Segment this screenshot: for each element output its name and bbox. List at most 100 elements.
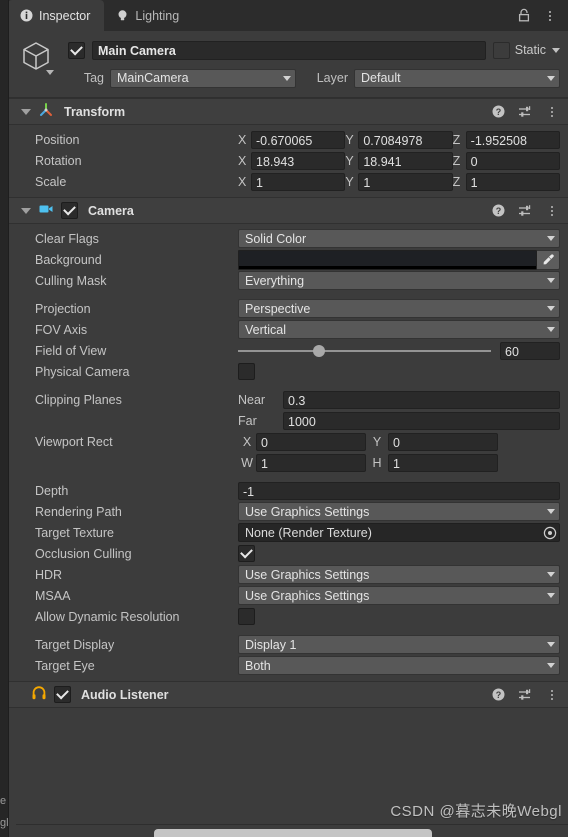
axis-label-h: H [372,455,382,470]
component-tools-audio-listener: ? [490,682,560,707]
allow-dynamic-resolution-checkbox[interactable] [238,608,255,625]
field-of-view-slider[interactable] [238,344,500,357]
gameobject-active-checkbox[interactable] [68,41,85,59]
viewport-w-input[interactable]: 1 [256,453,366,472]
property-label-rendering-path: Rendering Path [35,504,122,519]
viewport-x-input[interactable]: 0 [256,432,366,451]
clear-flags-dropdown[interactable]: Solid Color [238,229,560,248]
property-label-msaa: MSAA [35,588,71,603]
target-display-dropdown[interactable]: Display 1 [238,635,560,654]
help-icon[interactable]: ? [490,687,506,703]
clipping-far-label: Far [238,413,257,428]
property-control-rotation: X 18.943 Y 18.941 Z0 [238,151,560,170]
property-row-physical-camera: Physical Camera [8,361,568,382]
static-label: Static [514,43,546,57]
slider-knob[interactable] [312,344,325,357]
chevron-down-icon [547,642,555,647]
clipping-far-input[interactable]: 1000 [283,411,560,430]
rendering-path-dropdown[interactable]: Use Graphics Settings [238,502,560,521]
tab-bar-actions [516,0,568,31]
viewport-h-input[interactable]: 1 [388,453,498,472]
depth-input[interactable]: -1 [238,481,560,500]
eyedropper-icon[interactable] [537,249,560,270]
lightbulb-icon [115,9,129,23]
target-texture-object-field[interactable]: None (Render Texture) [238,523,560,542]
kebab-menu-icon[interactable] [544,104,560,120]
position-x-input[interactable]: -0.670065 [251,130,346,149]
property-control-position: X -0.670065 Y 0.7084978 Z -1.952508 [238,130,560,149]
gameobject-name-input[interactable]: Main Camera [92,40,486,60]
static-checkbox[interactable] [492,41,510,59]
hdr-dropdown[interactable]: Use Graphics Settings [238,565,560,584]
scale-x-input[interactable]: 1 [251,172,346,191]
tab-inspector[interactable]: Inspector [8,0,105,31]
slider-track[interactable] [238,344,491,357]
static-toggle-group[interactable]: Static [492,41,560,59]
transform-gizmo-icon [38,102,54,121]
property-label-hdr: HDR [35,567,63,582]
field-of-view-input[interactable]: 60 [500,341,560,360]
rotation-x-input[interactable]: 18.943 [251,151,346,170]
position-z-input[interactable]: -1.952508 [465,130,560,149]
physical-camera-checkbox[interactable] [238,363,255,380]
camera-enabled-checkbox[interactable] [61,202,78,219]
help-icon[interactable]: ? [490,104,506,120]
object-picker-icon[interactable] [542,525,557,540]
clipping-near-input[interactable]: 0.3 [283,390,560,409]
rotation-y-input[interactable]: 18.941 [358,151,453,170]
rotation-z-input[interactable]: 0 [465,151,560,170]
kebab-menu-icon[interactable] [542,8,558,24]
kebab-menu-icon[interactable] [544,687,560,703]
component-header-audio-listener[interactable]: Audio Listener ? [8,681,568,708]
background-color-solid [239,250,536,266]
tag-dropdown[interactable]: MainCamera [110,68,296,88]
property-row-background: Background [8,249,568,270]
tab-lighting[interactable]: Lighting [104,0,193,31]
layer-value: Default [361,71,401,85]
fov-axis-dropdown[interactable]: Vertical [238,320,560,339]
property-row-target-texture: Target Texture None (Render Texture) [8,522,568,543]
msaa-dropdown[interactable]: Use Graphics Settings [238,586,560,605]
viewport-y-input[interactable]: 0 [388,432,498,451]
property-row-fov-axis: FOV Axis Vertical [8,319,568,340]
gameobject-cube-icon[interactable] [19,39,54,75]
property-label-target-eye: Target Eye [35,658,95,673]
preset-settings-icon[interactable] [517,203,533,219]
audio-listener-enabled-checkbox[interactable] [54,686,71,703]
background-color-swatch[interactable] [238,249,537,270]
property-label-physical-camera: Physical Camera [35,364,130,379]
property-row-clipping-planes-far: Far 1000 [8,410,568,431]
preset-settings-icon[interactable] [517,687,533,703]
projection-dropdown[interactable]: Perspective [238,299,560,318]
culling-mask-dropdown[interactable]: Everything [238,271,560,290]
position-y-input[interactable]: 0.7084978 [358,130,453,149]
foldout-arrow-icon[interactable] [21,108,31,115]
foldout-arrow-icon[interactable] [21,207,31,214]
preset-settings-icon[interactable] [517,104,533,120]
layer-dropdown[interactable]: Default [354,68,560,88]
component-header-transform[interactable]: Transform ? [8,98,568,125]
gameobject-icon-caret[interactable] [46,70,54,75]
axis-label-z: Z [452,153,461,168]
property-row-scale: Scale X1 Y1 Z1 [8,171,568,192]
property-label-fov-axis: FOV Axis [35,322,88,337]
target-eye-dropdown[interactable]: Both [238,656,560,675]
lock-icon[interactable] [516,8,532,24]
occlusion-culling-checkbox[interactable] [238,545,255,562]
kebab-menu-icon[interactable] [544,203,560,219]
component-header-camera[interactable]: Camera ? [8,197,568,224]
property-label-clipping-planes: Clipping Planes [35,392,122,407]
add-component-button[interactable] [154,829,432,837]
static-dropdown-caret-icon[interactable] [552,47,560,53]
scale-y-input[interactable]: 1 [358,172,453,191]
property-label-target-texture: Target Texture [35,525,114,540]
property-row-hdr: HDR Use Graphics Settings [8,564,568,585]
svg-text:?: ? [495,206,501,216]
property-label-position: Position [35,132,80,147]
scale-z-input[interactable]: 1 [465,172,560,191]
component-title-transform: Transform [64,104,126,119]
help-icon[interactable]: ? [490,203,506,219]
chevron-down-icon [547,663,555,668]
